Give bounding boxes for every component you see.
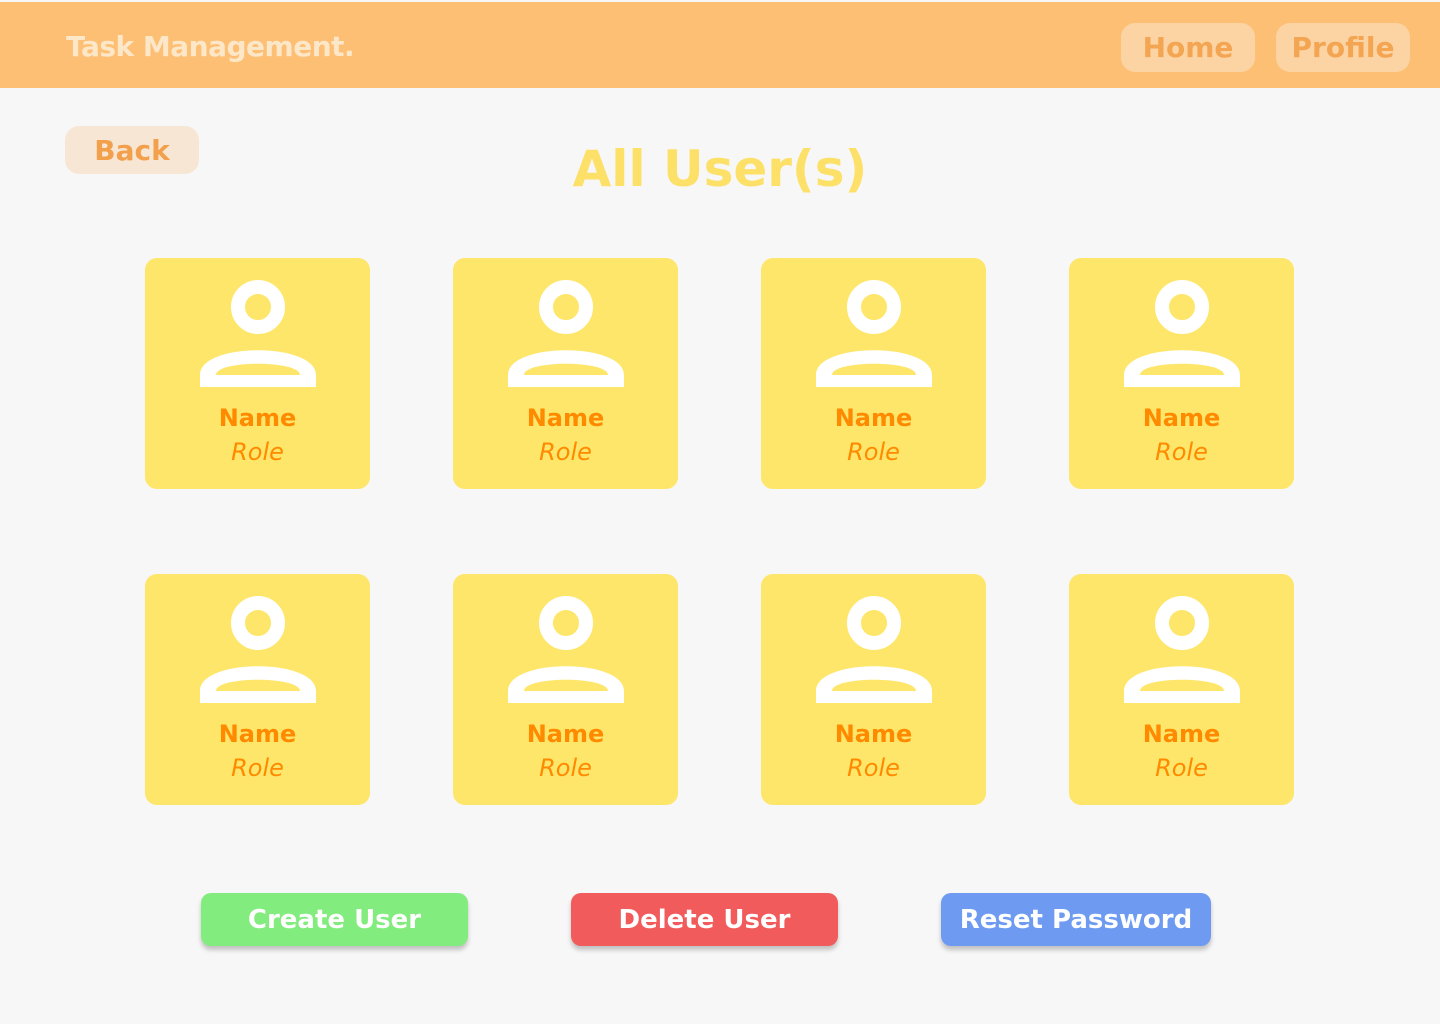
reset-password-button[interactable]: Reset Password: [941, 893, 1211, 946]
user-name: Name: [526, 404, 605, 432]
user-icon: [816, 280, 932, 387]
user-role: Role: [539, 754, 592, 782]
user-card[interactable]: Name Role: [761, 258, 986, 489]
create-user-button[interactable]: Create User: [201, 893, 468, 946]
user-icon: [1124, 596, 1240, 703]
user-card[interactable]: Name Role: [1069, 258, 1294, 489]
user-name: Name: [834, 720, 913, 748]
user-card[interactable]: Name Role: [453, 258, 678, 489]
user-icon: [508, 280, 624, 387]
user-name: Name: [218, 404, 297, 432]
home-button[interactable]: Home: [1121, 23, 1255, 72]
user-icon: [1124, 280, 1240, 387]
user-card[interactable]: Name Role: [145, 258, 370, 489]
user-icon: [200, 280, 316, 387]
user-name: Name: [1142, 720, 1221, 748]
user-role: Role: [847, 754, 900, 782]
user-name: Name: [218, 720, 297, 748]
user-name: Name: [834, 404, 913, 432]
user-role: Role: [1155, 754, 1208, 782]
user-card[interactable]: Name Role: [453, 574, 678, 805]
delete-user-button[interactable]: Delete User: [571, 893, 838, 946]
user-role: Role: [231, 438, 284, 466]
page-title: All User(s): [572, 140, 868, 198]
top-navbar: Task Management. Home Profile: [0, 2, 1440, 88]
user-name: Name: [1142, 404, 1221, 432]
user-role: Role: [847, 438, 900, 466]
user-icon: [816, 596, 932, 703]
user-card[interactable]: Name Role: [1069, 574, 1294, 805]
profile-button[interactable]: Profile: [1276, 23, 1410, 72]
user-role: Role: [1155, 438, 1208, 466]
app-brand: Task Management.: [66, 30, 355, 63]
user-name: Name: [526, 720, 605, 748]
user-card[interactable]: Name Role: [761, 574, 986, 805]
user-role: Role: [231, 754, 284, 782]
user-icon: [200, 596, 316, 703]
user-card[interactable]: Name Role: [145, 574, 370, 805]
user-icon: [508, 596, 624, 703]
user-role: Role: [539, 438, 592, 466]
